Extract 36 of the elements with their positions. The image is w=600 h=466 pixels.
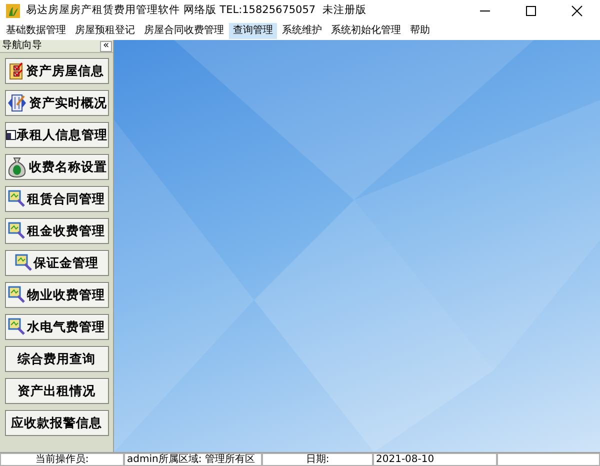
magnifier-icon — [8, 286, 26, 304]
nav-button[interactable]: 水电气费管理 — [4, 314, 108, 340]
nav-button[interactable]: 资产实时概况 — [4, 90, 108, 116]
magnifier-icon — [8, 222, 26, 240]
nav-button[interactable]: 应收款报警信息 — [4, 410, 108, 436]
menu-item[interactable]: 系统初始化管理 — [327, 23, 405, 39]
magnifier-icon — [8, 190, 26, 208]
nav-button[interactable]: 租金收费管理 — [4, 218, 108, 244]
sidebar-title: 导航向导 — [1, 41, 42, 51]
magnifier-icon — [14, 254, 32, 272]
checklist-icon — [9, 62, 25, 80]
nav-button[interactable]: 资产房屋信息 — [4, 58, 108, 84]
menu-item[interactable]: 系统维护 — [278, 23, 326, 39]
money-bag-icon — [6, 156, 28, 178]
menu-item[interactable]: 房屋预租登记 — [71, 23, 139, 39]
status-cell: 2021-08-10 — [373, 453, 497, 466]
nav-button[interactable]: 综合费用查询 — [4, 346, 108, 372]
menu-item[interactable]: 房屋合同收费管理 — [140, 23, 228, 39]
nav-button[interactable]: 租赁合同管理 — [4, 186, 108, 212]
nav-button[interactable]: 物业收费管理 — [4, 282, 108, 308]
collapse-button[interactable]: « — [100, 40, 112, 52]
menu-item[interactable]: 查询管理 — [229, 23, 277, 39]
magnifier-icon — [8, 318, 26, 336]
status-cell: 当前操作员: — [0, 453, 124, 466]
app-logo-icon — [6, 4, 20, 18]
notebook-icon — [6, 93, 28, 113]
nav-button[interactable]: 保证金管理 — [4, 250, 108, 276]
nav-button[interactable]: 收费名称设置 — [4, 154, 108, 180]
menu-item[interactable]: 帮助 — [406, 23, 434, 39]
nav-button[interactable]: 承租人信息管理 — [4, 122, 108, 148]
card-icon — [6, 130, 16, 140]
nav-button[interactable]: 资产出租情况 — [4, 378, 108, 404]
menu-item[interactable]: 基础数据管理 — [2, 23, 70, 39]
window-title: 易达房屋房产租赁费用管理软件 网络版 TEL:15825675057 未注册版 — [26, 3, 366, 18]
status-cell: admin所属区域: 管理所有区 — [124, 453, 262, 466]
status-cell: 日期: — [262, 453, 373, 466]
